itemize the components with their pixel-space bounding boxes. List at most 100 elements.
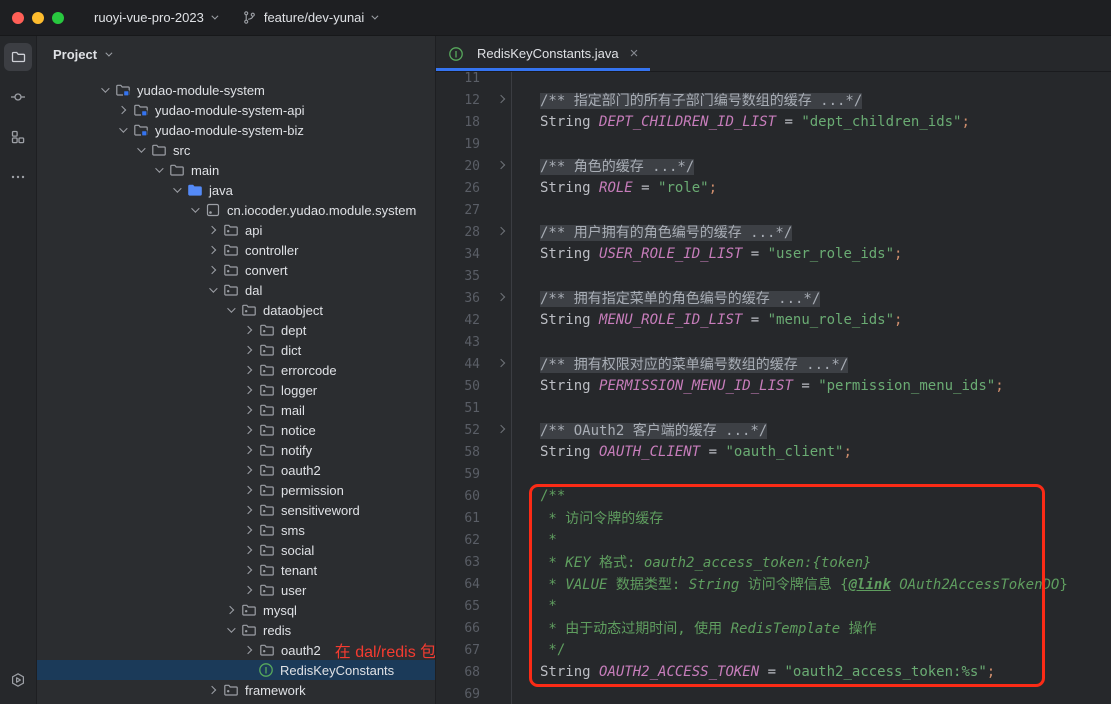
fold-arrow-icon[interactable] [497, 161, 505, 169]
line-number-gutter[interactable]: 63 [436, 551, 511, 573]
chevron-down-icon[interactable] [168, 182, 184, 198]
tree-item-notify[interactable]: notify [37, 440, 435, 460]
fold-arrow-icon[interactable] [497, 293, 505, 301]
tree-item-dal[interactable]: dal [37, 280, 435, 300]
chevron-down-icon[interactable] [96, 82, 112, 98]
chevron-right-icon[interactable] [204, 242, 220, 258]
chevron-right-icon[interactable] [240, 362, 256, 378]
chevron-right-icon[interactable] [240, 342, 256, 358]
chevron-right-icon[interactable] [204, 262, 220, 278]
line-number-gutter[interactable]: 51 [436, 397, 511, 419]
tab-rediskeyconstants[interactable]: I RedisKeyConstants.java × [436, 36, 650, 71]
code-text[interactable]: String OAUTH2_ACCESS_TOKEN = "oauth2_acc… [511, 664, 995, 680]
code-text[interactable]: String DEPT_CHILDREN_ID_LIST = "dept_chi… [511, 114, 970, 130]
branch-switcher[interactable]: feature/dev-yunai [242, 10, 376, 25]
line-number-gutter[interactable]: 62 [436, 529, 511, 551]
code-text[interactable]: * KEY 格式: oauth2_access_token:{token} [511, 552, 871, 572]
line-number-gutter[interactable]: 20 [436, 155, 511, 177]
tree-item-notice[interactable]: notice [37, 420, 435, 440]
code-text[interactable]: * VALUE 数据类型: String 访问令牌信息 {@link OAuth… [511, 574, 1068, 594]
chevron-down-icon[interactable] [204, 282, 220, 298]
tree-item-yudao-module-system-api[interactable]: yudao-module-system-api [37, 100, 435, 120]
line-number-gutter[interactable]: 50 [436, 375, 511, 397]
tree-item-mysql[interactable]: mysql [37, 600, 435, 620]
tree-item-api[interactable]: api [37, 220, 435, 240]
code-text[interactable]: String OAUTH_CLIENT = "oauth_client"; [511, 444, 852, 460]
tree-item-permission[interactable]: permission [37, 480, 435, 500]
code-text[interactable]: /** 角色的缓存 ...*/ [511, 156, 694, 176]
chevron-down-icon[interactable] [114, 122, 130, 138]
line-number-gutter[interactable]: 11 [436, 72, 511, 89]
chevron-down-icon[interactable] [105, 49, 112, 56]
zoom-window-button[interactable] [52, 12, 64, 24]
tree-item-logger[interactable]: logger [37, 380, 435, 400]
tree-item-mail[interactable]: mail [37, 400, 435, 420]
chevron-down-icon[interactable] [186, 202, 202, 218]
tree-item-oauth2[interactable]: oauth2在 dal/redis 包下 [37, 640, 435, 660]
tree-item-user[interactable]: user [37, 580, 435, 600]
code-text[interactable]: /** 拥有指定菜单的角色编号的缓存 ...*/ [511, 288, 820, 308]
chevron-right-icon[interactable] [240, 442, 256, 458]
code-text[interactable]: * 由于动态过期时间, 使用 RedisTemplate 操作 [511, 618, 877, 638]
line-number-gutter[interactable]: 58 [436, 441, 511, 463]
chevron-right-icon[interactable] [222, 602, 238, 618]
line-number-gutter[interactable]: 12 [436, 89, 511, 111]
project-switcher[interactable]: ruoyi-vue-pro-2023 [94, 10, 216, 25]
tree-item-controller[interactable]: controller [37, 240, 435, 260]
tree-item-redis[interactable]: redis [37, 620, 435, 640]
fold-arrow-icon[interactable] [497, 95, 505, 103]
tree-item-RedisKeyConstants[interactable]: IRedisKeyConstants [37, 660, 435, 680]
code-text[interactable]: /** 用户拥有的角色编号的缓存 ...*/ [511, 222, 792, 242]
tree-item-dept[interactable]: dept [37, 320, 435, 340]
line-number-gutter[interactable]: 61 [436, 507, 511, 529]
line-number-gutter[interactable]: 42 [436, 309, 511, 331]
line-number-gutter[interactable]: 67 [436, 639, 511, 661]
tree-item-sms[interactable]: sms [37, 520, 435, 540]
chevron-right-icon[interactable] [240, 422, 256, 438]
code-text[interactable]: * 访问令牌的缓存 [511, 508, 663, 528]
line-number-gutter[interactable]: 64 [436, 573, 511, 595]
services-icon[interactable] [4, 666, 32, 694]
chevron-right-icon[interactable] [240, 322, 256, 338]
tree-item-main[interactable]: main [37, 160, 435, 180]
line-number-gutter[interactable]: 60 [436, 485, 511, 507]
chevron-down-icon[interactable] [132, 142, 148, 158]
line-number-gutter[interactable]: 18 [436, 111, 511, 133]
tree-item-yudao-module-system[interactable]: yudao-module-system [37, 80, 435, 100]
tree-item-clipped[interactable] [37, 700, 435, 704]
code-text[interactable]: /** 指定部门的所有子部门编号数组的缓存 ...*/ [511, 90, 862, 110]
chevron-right-icon[interactable] [240, 522, 256, 538]
tree-item-framework[interactable]: framework [37, 680, 435, 700]
close-window-button[interactable] [12, 12, 24, 24]
code-text[interactable]: /** 拥有权限对应的菜单编号数组的缓存 ...*/ [511, 354, 848, 374]
close-tab-icon[interactable]: × [630, 46, 639, 61]
project-panel-header[interactable]: Project [37, 36, 435, 72]
fold-arrow-icon[interactable] [497, 227, 505, 235]
chevron-right-icon[interactable] [240, 582, 256, 598]
chevron-right-icon[interactable] [204, 682, 220, 698]
tree-item-cn.iocoder.yudao.module.system[interactable]: cn.iocoder.yudao.module.system [37, 200, 435, 220]
minimize-window-button[interactable] [32, 12, 44, 24]
tree-item-dataobject[interactable]: dataobject [37, 300, 435, 320]
line-number-gutter[interactable]: 66 [436, 617, 511, 639]
code-text[interactable]: * [511, 532, 557, 548]
line-number-gutter[interactable]: 59 [436, 463, 511, 485]
commit-icon[interactable] [4, 83, 32, 111]
code-text[interactable]: String PERMISSION_MENU_ID_LIST = "permis… [511, 378, 1004, 394]
code-editor[interactable]: 1112/** 指定部门的所有子部门编号数组的缓存 ...*/18String … [436, 72, 1111, 704]
tree-item-oauth2[interactable]: oauth2 [37, 460, 435, 480]
more-icon[interactable] [4, 163, 32, 191]
fold-arrow-icon[interactable] [497, 359, 505, 367]
line-number-gutter[interactable]: 27 [436, 199, 511, 221]
code-text[interactable]: String USER_ROLE_ID_LIST = "user_role_id… [511, 246, 902, 262]
code-text[interactable]: String ROLE = "role"; [511, 180, 717, 196]
chevron-down-icon[interactable] [150, 162, 166, 178]
chevron-down-icon[interactable] [222, 302, 238, 318]
tree-item-social[interactable]: social [37, 540, 435, 560]
tree-item-sensitiveword[interactable]: sensitiveword [37, 500, 435, 520]
chevron-right-icon[interactable] [240, 562, 256, 578]
line-number-gutter[interactable]: 69 [436, 683, 511, 704]
chevron-right-icon[interactable] [204, 222, 220, 238]
line-number-gutter[interactable]: 26 [436, 177, 511, 199]
chevron-right-icon[interactable] [240, 382, 256, 398]
